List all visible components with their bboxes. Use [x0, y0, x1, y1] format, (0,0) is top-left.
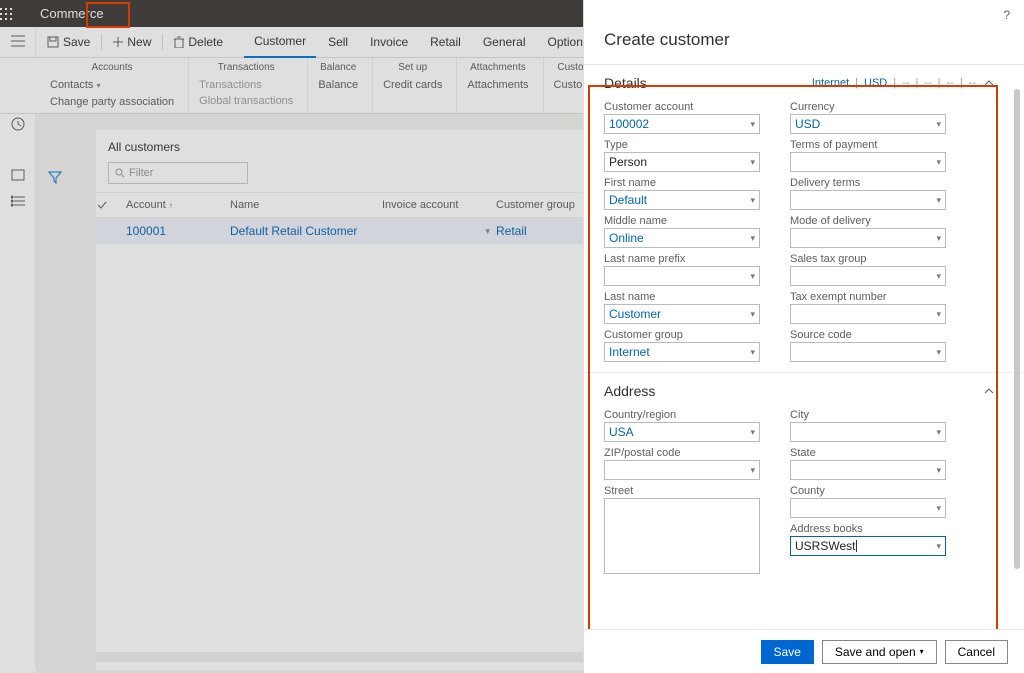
- ribbon-accounts: Accounts Contacts ▾ Change party associa…: [40, 58, 189, 113]
- section-summary-pills: Internet| USD| --| --| --| --: [812, 77, 976, 89]
- separator: [162, 34, 163, 50]
- state-select[interactable]: ▾: [790, 460, 946, 480]
- customer-account-input[interactable]: 100002▾: [604, 114, 760, 134]
- zip-input[interactable]: ▾: [604, 460, 760, 480]
- customer-group-select[interactable]: Internet▾: [604, 342, 760, 362]
- ribbon-attachments: Attachments Attachments: [457, 58, 543, 113]
- ribbon-transactions: Transactions Transactions Global transac…: [189, 58, 308, 113]
- cell-invoice: ▾: [382, 226, 496, 237]
- last-name-input[interactable]: Customer▾: [604, 304, 760, 324]
- tab-invoice[interactable]: Invoice: [360, 27, 418, 58]
- city-input[interactable]: ▾: [790, 422, 946, 442]
- tab-retail[interactable]: Retail: [420, 27, 471, 58]
- left-rail: [0, 27, 36, 667]
- tab-general[interactable]: General: [473, 27, 536, 58]
- delivery-terms-select[interactable]: ▾: [790, 190, 946, 210]
- cell-group[interactable]: Retail: [496, 224, 596, 238]
- sales-tax-group-select[interactable]: ▾: [790, 266, 946, 286]
- module-icon[interactable]: [11, 169, 25, 181]
- col-invoice[interactable]: Invoice account: [382, 199, 496, 211]
- delete-button[interactable]: Delete: [167, 31, 230, 53]
- tax-exempt-number-input[interactable]: ▾: [790, 304, 946, 324]
- address-books-select[interactable]: USRSWest▾: [790, 536, 946, 556]
- first-name-input[interactable]: Default▾: [604, 190, 760, 210]
- credit-cards-link[interactable]: Credit cards: [383, 77, 442, 93]
- section-address-header[interactable]: Address: [584, 372, 1024, 407]
- grid-filter-input[interactable]: Filter: [108, 162, 248, 184]
- county-select[interactable]: ▾: [790, 498, 946, 518]
- panel-title: Create customer: [584, 0, 1024, 65]
- separator: [101, 34, 102, 50]
- create-customer-panel: ? Create customer Details Internet| USD|…: [583, 0, 1024, 673]
- filter-pane-icon[interactable]: [48, 170, 62, 184]
- select-all-checkbox[interactable]: [96, 200, 120, 210]
- street-textarea[interactable]: [604, 498, 760, 574]
- change-party-link[interactable]: Change party association: [50, 94, 174, 110]
- col-name[interactable]: Name: [230, 199, 382, 211]
- ribbon-setup: Set up Credit cards: [373, 58, 457, 113]
- field-customer-account: Customer account 100002▾: [604, 101, 760, 134]
- save-button[interactable]: Save: [761, 640, 814, 664]
- chevron-up-icon[interactable]: [984, 80, 994, 86]
- app-brand: Commerce: [36, 6, 104, 21]
- col-group[interactable]: Customer group: [496, 199, 596, 211]
- chevron-up-icon[interactable]: [984, 388, 994, 394]
- transactions-link[interactable]: Transactions: [199, 77, 293, 93]
- source-code-input[interactable]: ▾: [790, 342, 946, 362]
- recent-icon[interactable]: [11, 117, 25, 131]
- col-account[interactable]: Account ↑: [120, 199, 230, 211]
- list-icon[interactable]: [11, 195, 25, 207]
- middle-name-input[interactable]: Online▾: [604, 228, 760, 248]
- ribbon-balance: Balance Balance: [308, 58, 373, 113]
- cancel-button[interactable]: Cancel: [945, 640, 1008, 664]
- mode-of-delivery-select[interactable]: ▾: [790, 228, 946, 248]
- balance-link[interactable]: Balance: [318, 77, 358, 93]
- cell-name[interactable]: Default Retail Customer: [230, 224, 382, 238]
- panel-footer: Save Save and open ▾ Cancel: [584, 629, 1024, 673]
- attachments-link[interactable]: Attachments: [467, 77, 528, 93]
- new-button[interactable]: New: [106, 31, 158, 53]
- save-and-open-button[interactable]: Save and open ▾: [822, 640, 937, 664]
- currency-select[interactable]: USD▾: [790, 114, 946, 134]
- tab-customer[interactable]: Customer: [244, 27, 316, 58]
- global-transactions-link[interactable]: Global transactions: [199, 93, 293, 109]
- section-details-header[interactable]: Details Internet| USD| --| --| --| --: [584, 65, 1024, 99]
- country-select[interactable]: USA▾: [604, 422, 760, 442]
- cell-account[interactable]: 100001: [120, 224, 230, 238]
- contacts-link[interactable]: Contacts ▾: [50, 77, 174, 94]
- type-select[interactable]: Person▾: [604, 152, 760, 172]
- last-name-prefix-input[interactable]: ▾: [604, 266, 760, 286]
- panel-body: Details Internet| USD| --| --| --| -- Cu…: [584, 65, 1024, 629]
- help-icon[interactable]: ?: [1003, 8, 1010, 22]
- app-launcher-icon[interactable]: [0, 8, 36, 20]
- terms-of-payment-select[interactable]: ▾: [790, 152, 946, 172]
- tab-sell[interactable]: Sell: [318, 27, 358, 58]
- save-button[interactable]: Save: [40, 31, 97, 53]
- panel-scrollbar[interactable]: [1014, 89, 1020, 569]
